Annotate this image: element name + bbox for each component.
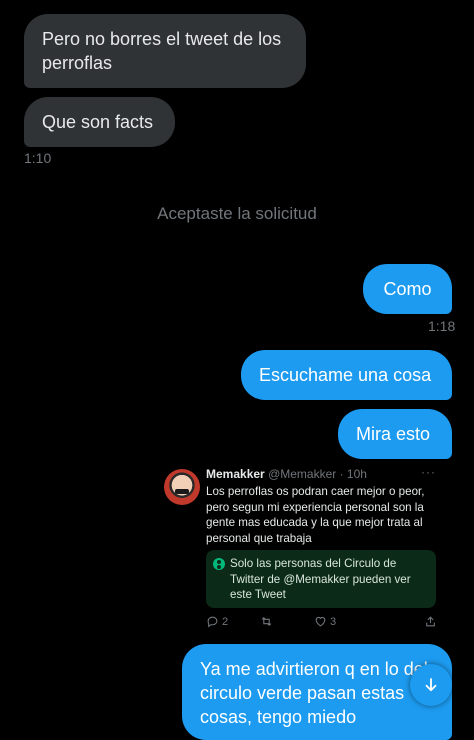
message-text: Ya me advirtieron q en lo del circulo ve… [200, 659, 428, 727]
avatar[interactable] [164, 469, 200, 505]
share-button[interactable] [424, 615, 437, 628]
tweet-text: Los perroflas os podran caer mejor o peo… [206, 485, 425, 545]
tweet-author-name: Memakker [206, 467, 265, 481]
message-text: Que son facts [42, 112, 154, 132]
message-text: Pero no borres el tweet de los perroflas [42, 29, 282, 73]
reply-button[interactable]: 2 [206, 615, 228, 628]
circle-notice-text: Solo las personas del Circulo de Twitter… [230, 557, 411, 601]
incoming-message-2[interactable]: Que son facts [24, 97, 175, 147]
outgoing-message-3[interactable]: Mira esto [338, 409, 452, 459]
twitter-circle-notice: Solo las personas del Circulo de Twitter… [206, 550, 436, 608]
circle-icon [213, 558, 225, 570]
shared-tweet-card[interactable]: Memakker @Memakker · 10h ··· Los perrofl… [164, 465, 444, 635]
incoming-message-1[interactable]: Pero no borres el tweet de los perroflas [24, 14, 306, 88]
message-timestamp: 1:18 [428, 318, 456, 334]
tweet-actions: 2 3 [206, 615, 442, 631]
more-options-icon[interactable]: ··· [421, 465, 436, 479]
like-count: 3 [330, 615, 337, 628]
message-text: Mira esto [356, 424, 431, 444]
retweet-button[interactable] [260, 615, 273, 628]
reply-count: 2 [222, 615, 229, 628]
share-icon [426, 616, 435, 627]
retweet-icon [261, 616, 272, 627]
tweet-author-meta: @Memakker · 10h [268, 467, 367, 481]
like-button[interactable]: 3 [314, 615, 336, 628]
system-notice: Aceptaste la solicitud [157, 204, 317, 223]
outgoing-message-2[interactable]: Escuchame una cosa [241, 350, 452, 400]
message-text: Escuchame una cosa [259, 365, 432, 385]
reply-icon [207, 616, 218, 628]
outgoing-message-1[interactable]: Como [363, 264, 452, 314]
scroll-to-bottom-button[interactable] [410, 664, 452, 706]
message-text: Como [383, 279, 432, 299]
tweet-header: Memakker @Memakker · 10h [206, 467, 367, 481]
like-icon [315, 616, 326, 627]
arrow-down-icon [425, 678, 437, 692]
message-timestamp: 1:10 [24, 150, 52, 166]
